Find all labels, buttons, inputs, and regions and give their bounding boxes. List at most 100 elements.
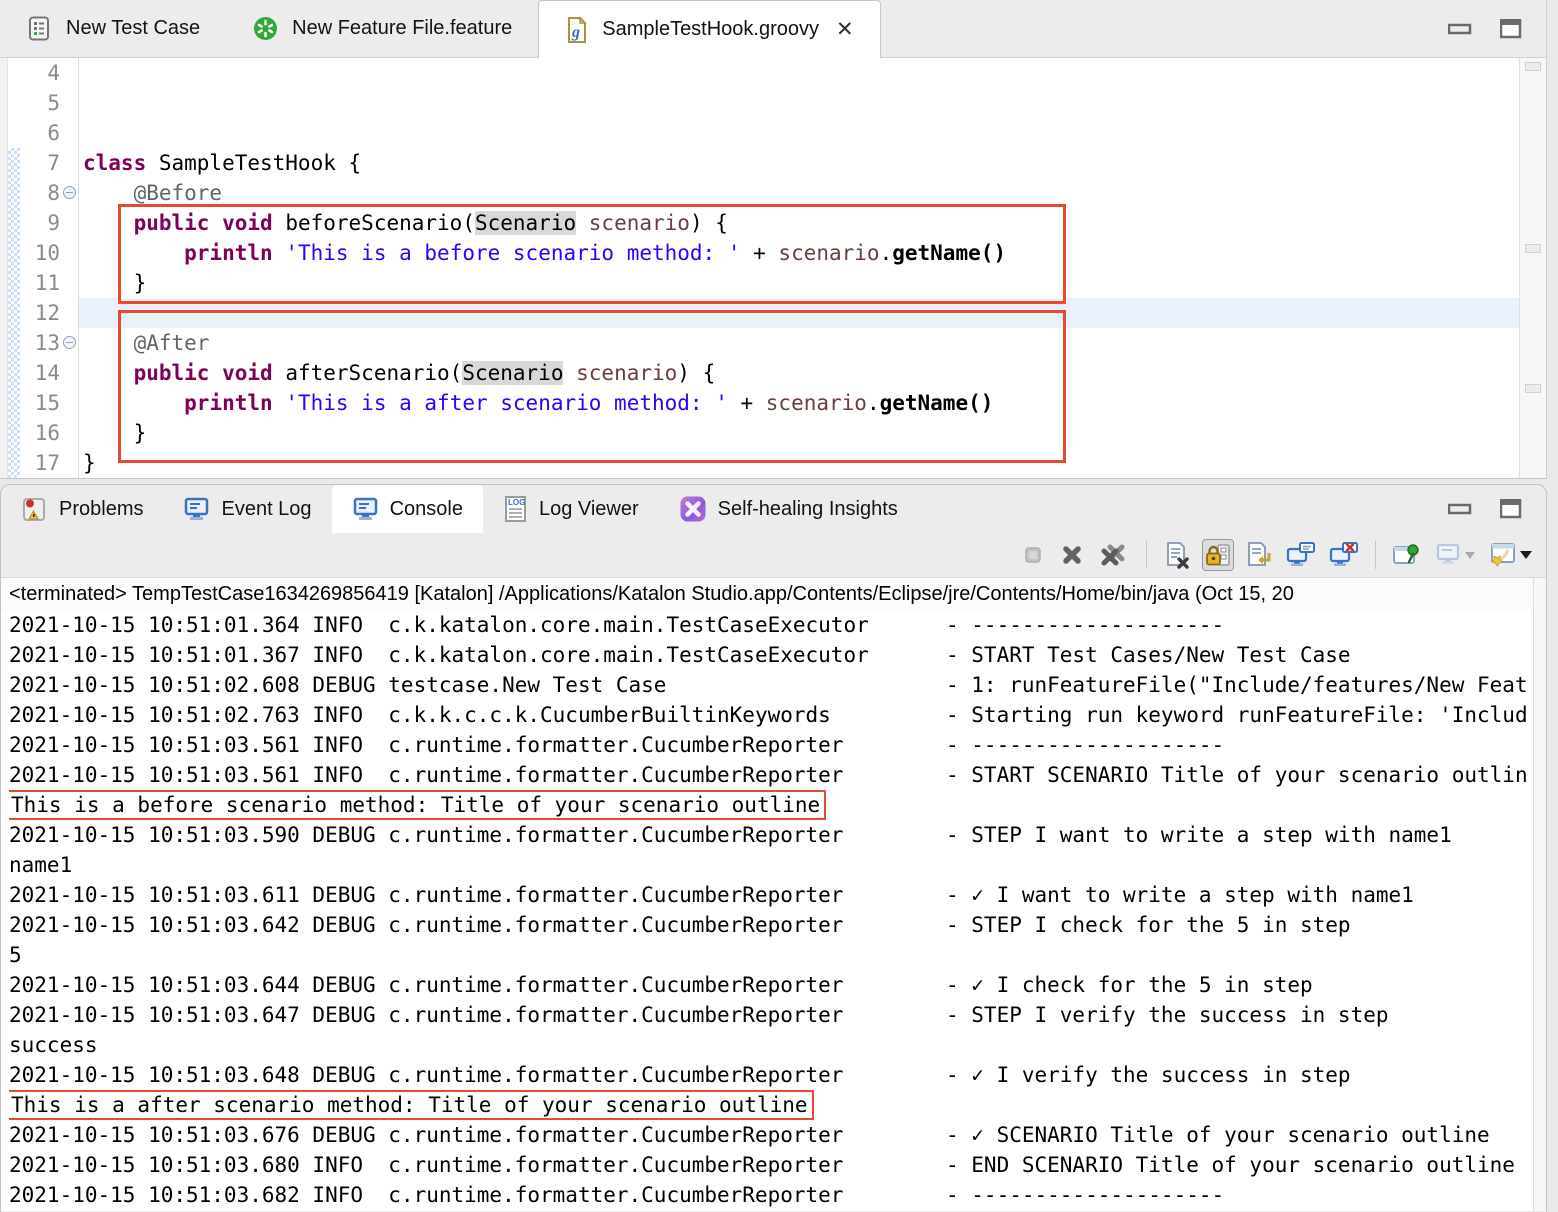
line-number: 12	[19, 298, 63, 328]
code-line-16: 16 }	[0, 418, 1546, 448]
tab-problems[interactable]: Problems	[1, 485, 163, 533]
log-line: 2021-10-15 10:51:01.367 INFO c.k.katalon…	[9, 640, 1546, 670]
minimize-icon[interactable]	[1448, 23, 1472, 35]
dropdown-arrow-icon	[1465, 552, 1475, 559]
console-log: 2021-10-15 10:51:01.364 INFO c.k.katalon…	[1, 610, 1546, 1210]
log-line: 2021-10-15 10:51:03.642 DEBUG c.runtime.…	[9, 910, 1546, 940]
tab-label: New Test Case	[66, 17, 200, 40]
cucumber-icon	[252, 15, 279, 42]
log-viewer-icon: LOG	[503, 495, 528, 523]
ruler-marker[interactable]	[1525, 62, 1541, 71]
log-line: 2021-10-15 10:51:03.676 DEBUG c.runtime.…	[9, 1120, 1546, 1150]
show-stdout-button[interactable]	[1284, 539, 1318, 571]
console-vertical-scrollbar[interactable]	[1533, 578, 1546, 1211]
line-number: 11	[19, 268, 63, 298]
tab-label: New Feature File.feature	[292, 17, 512, 40]
log-line: This is a after scenario method: Title o…	[9, 1090, 1546, 1120]
line-number: 8	[19, 178, 63, 208]
self-healing-icon	[679, 495, 707, 523]
tab-label: Problems	[59, 498, 143, 521]
line-number: 17	[19, 448, 63, 478]
code-line-15: 15 println 'This is a after scenario met…	[0, 388, 1546, 418]
fold-collapse-icon[interactable]	[63, 336, 76, 349]
ruler-marker[interactable]	[1525, 244, 1541, 253]
code-line-4: 4	[0, 58, 1546, 88]
line-number: 4	[19, 58, 63, 88]
log-line: 2021-10-15 10:51:03.590 DEBUG c.runtime.…	[9, 820, 1546, 850]
terminate-button[interactable]	[1018, 540, 1048, 570]
line-number: 6	[19, 118, 63, 148]
code-line-11: 11 }	[0, 268, 1546, 298]
log-line: 5	[9, 940, 1546, 970]
test-case-icon	[26, 15, 53, 42]
maximize-icon[interactable]	[1500, 499, 1522, 519]
code-line-17: 17}	[0, 448, 1546, 478]
tab-self-healing-insights[interactable]: Self-healing Insights	[659, 485, 918, 533]
code-line-9: 9 public void beforeScenario(Scenario sc…	[0, 208, 1546, 238]
console-panel: Problems Event Log	[0, 484, 1547, 1212]
scroll-lock-button[interactable]	[1202, 539, 1234, 571]
tab-label: Self-healing Insights	[718, 498, 898, 521]
event-log-icon	[183, 496, 210, 523]
remove-all-terminated-button[interactable]	[1096, 540, 1132, 570]
code-line-5: 5	[0, 88, 1546, 118]
code-line-12: 12	[0, 298, 1546, 328]
code-line-7: 7class SampleTestHook {	[0, 148, 1546, 178]
svg-text:g: g	[571, 24, 580, 41]
line-number: 14	[19, 358, 63, 388]
tab-new-test-case[interactable]: New Test Case	[0, 0, 226, 57]
editor-panel: New Test Case New Feature File.feature	[0, 0, 1547, 479]
tab-label: Log Viewer	[539, 498, 639, 521]
log-line: success	[9, 1030, 1546, 1060]
console-icon	[352, 496, 379, 523]
line-number: 10	[19, 238, 63, 268]
code-line-6: 6	[0, 118, 1546, 148]
tab-console[interactable]: Console	[332, 485, 483, 533]
pin-console-button[interactable]	[1390, 539, 1424, 571]
groovy-icon: g	[565, 16, 589, 44]
tab-label: Event Log	[221, 498, 311, 521]
fold-collapse-icon[interactable]	[63, 186, 76, 199]
toolbar-separator	[1146, 541, 1147, 569]
tab-event-log[interactable]: Event Log	[163, 485, 331, 533]
code-editor[interactable]: 4567class SampleTestHook {8 @Before9 pub…	[0, 58, 1546, 478]
code-line-8: 8 @Before	[0, 178, 1546, 208]
console-output-area[interactable]: <terminated> TempTestCase1634269856419 […	[1, 577, 1546, 1211]
console-process-title: <terminated> TempTestCase1634269856419 […	[1, 578, 1546, 610]
line-number: 5	[19, 88, 63, 118]
log-line: 2021-10-15 10:51:03.611 DEBUG c.runtime.…	[9, 880, 1546, 910]
word-wrap-button[interactable]	[1243, 539, 1275, 571]
show-stderr-button[interactable]	[1327, 539, 1361, 571]
log-line: 2021-10-15 10:51:03.561 INFO c.runtime.f…	[9, 730, 1546, 760]
code-line-10: 10 println 'This is a before scenario me…	[0, 238, 1546, 268]
log-line: 2021-10-15 10:51:01.364 INFO c.k.katalon…	[9, 610, 1546, 640]
log-line: 2021-10-15 10:51:03.644 DEBUG c.runtime.…	[9, 970, 1546, 1000]
minimize-icon[interactable]	[1448, 503, 1472, 515]
line-number: 13	[19, 328, 63, 358]
open-console-button[interactable]	[1486, 539, 1534, 571]
log-line: 2021-10-15 10:51:02.763 INFO c.k.k.c.c.k…	[9, 700, 1546, 730]
log-line: 2021-10-15 10:51:02.608 DEBUG testcase.N…	[9, 670, 1546, 700]
tab-new-feature-file[interactable]: New Feature File.feature	[226, 0, 538, 57]
display-selected-console-button[interactable]	[1433, 539, 1477, 571]
code-line-13: 13 @After	[0, 328, 1546, 358]
line-number: 15	[19, 388, 63, 418]
stdout-highlight-box: This is a after scenario method: Title o…	[9, 1090, 814, 1120]
editor-tab-bar: New Test Case New Feature File.feature	[0, 0, 1546, 58]
log-line: 2021-10-15 10:51:03.561 INFO c.runtime.f…	[9, 760, 1546, 790]
console-toolbar	[1, 533, 1546, 577]
tab-sampletesthook-groovy[interactable]: g SampleTestHook.groovy ✕	[538, 0, 880, 58]
maximize-icon[interactable]	[1500, 19, 1522, 39]
ruler-marker[interactable]	[1525, 384, 1541, 393]
tab-label: SampleTestHook.groovy	[602, 18, 819, 41]
svg-text:LOG: LOG	[508, 498, 525, 507]
overview-ruler[interactable]	[1519, 58, 1546, 478]
tab-log-viewer[interactable]: LOG Log Viewer	[483, 485, 659, 533]
log-line: This is a before scenario method: Title …	[9, 790, 1546, 820]
remove-launch-button[interactable]	[1057, 540, 1087, 570]
clear-console-button[interactable]	[1161, 539, 1193, 571]
problems-icon	[21, 496, 48, 523]
toolbar-separator	[1375, 541, 1376, 569]
close-tab-icon[interactable]: ✕	[836, 17, 854, 42]
log-line: 2021-10-15 10:51:03.647 DEBUG c.runtime.…	[9, 1000, 1546, 1030]
